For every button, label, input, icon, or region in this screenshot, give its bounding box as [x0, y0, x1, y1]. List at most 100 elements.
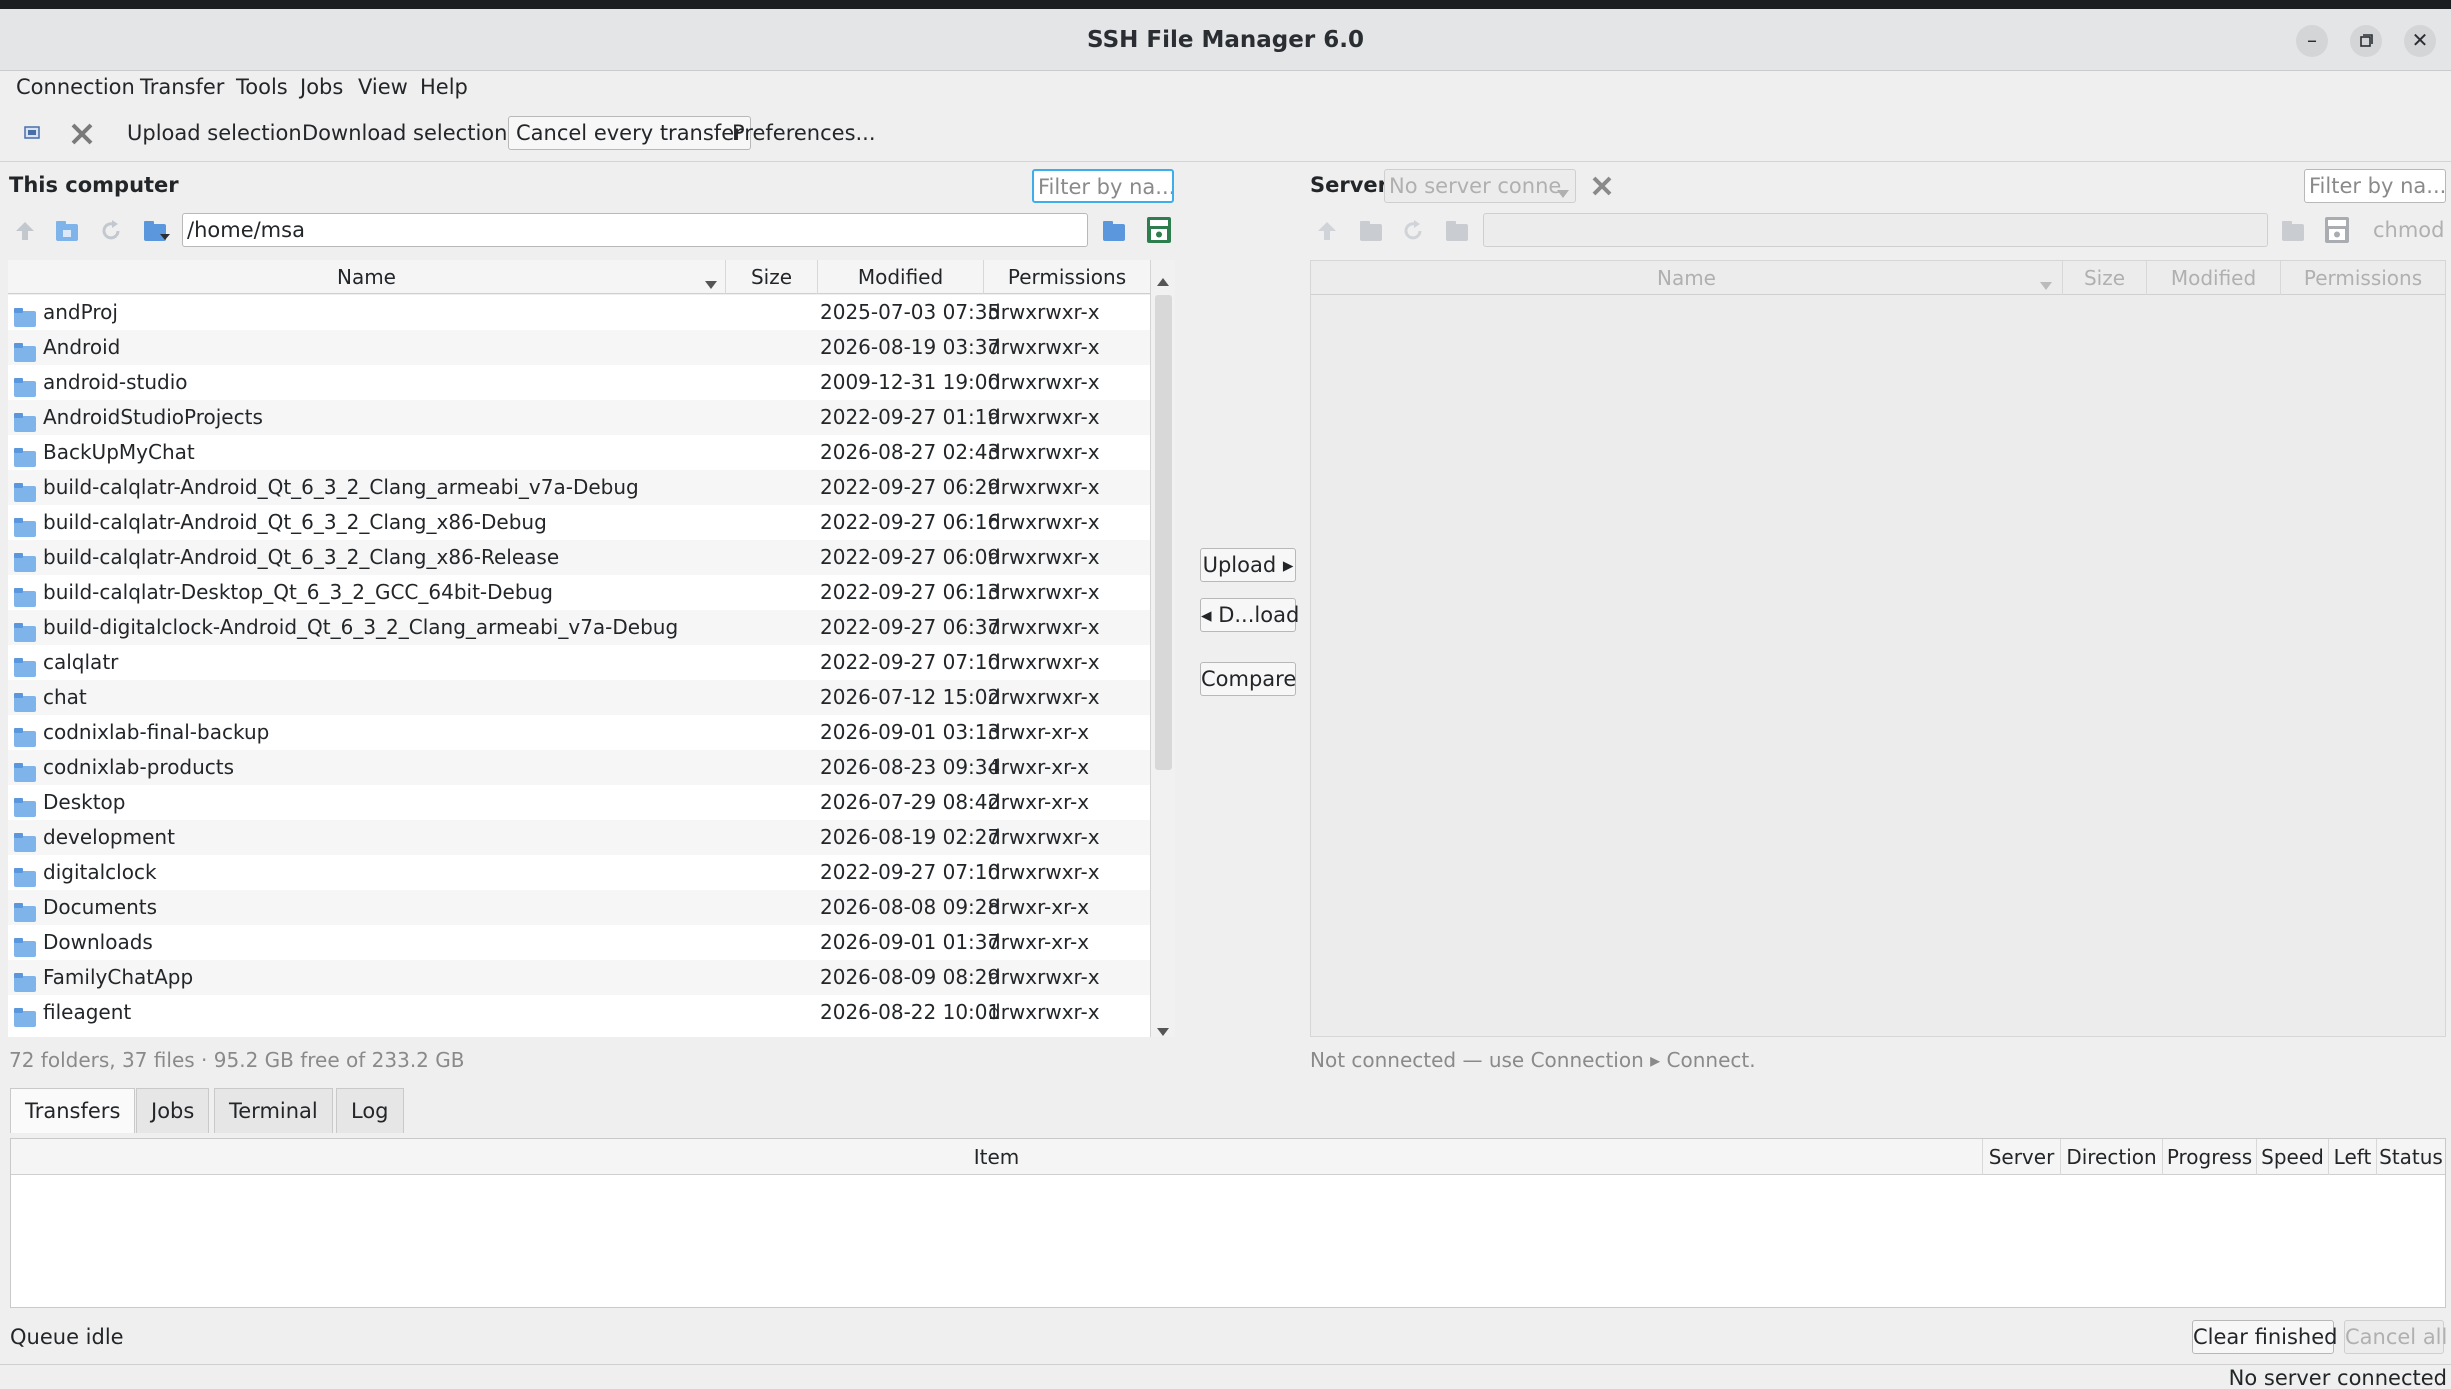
table-row[interactable]: Android 2026-08-19 03:37 drwxrwxr-x [8, 330, 1150, 365]
file-modified: 2022-09-27 07:10 [820, 860, 1001, 884]
download-selection-button[interactable]: Download selection [302, 114, 507, 152]
scroll-down-icon[interactable] [1156, 1018, 1170, 1042]
home-icon[interactable] [54, 218, 80, 249]
file-name: FamilyChatApp [43, 965, 194, 989]
table-row[interactable]: FamilyChatApp 2026-08-09 08:29 drwxrwxr-x [8, 960, 1150, 995]
table-row[interactable]: build-digitalclock-Android_Qt_6_3_2_Clan… [8, 610, 1150, 645]
remote-bookmark-icon[interactable] [1444, 218, 1470, 249]
chmod-button[interactable]: chmod [2373, 218, 2445, 242]
remote-panel-title: Server [1310, 173, 1389, 197]
remote-refresh-icon[interactable] [1400, 218, 1426, 249]
menu-transfer[interactable]: Transfer [140, 75, 224, 99]
column-server[interactable]: Server [1983, 1139, 2061, 1175]
file-permissions: drwxrwxr-x [988, 545, 1100, 569]
remote-column-size[interactable]: Size [2063, 261, 2147, 295]
table-row[interactable]: Downloads 2026-09-01 01:37 drwxr-xr-x [8, 925, 1150, 960]
table-row[interactable]: Desktop 2026-07-29 08:42 drwxr-xr-x [8, 785, 1150, 820]
remote-column-name[interactable]: Name [1311, 261, 2063, 295]
file-permissions: drwxr-xr-x [988, 790, 1090, 814]
file-modified: 2022-09-27 06:13 [820, 580, 1001, 604]
table-row[interactable]: Documents 2026-08-08 09:28 drwxr-xr-x [8, 890, 1150, 925]
menu-view[interactable]: View [358, 75, 408, 99]
file-modified: 2022-09-27 06:16 [820, 510, 1001, 534]
column-status[interactable]: Status [2377, 1139, 2445, 1175]
table-row[interactable]: BackUpMyChat 2026-08-27 02:43 drwxrwxr-x [8, 435, 1150, 470]
table-row[interactable]: andProj 2025-07-03 07:35 drwxrwxr-x [8, 295, 1150, 330]
file-name: Android [43, 335, 121, 359]
table-row[interactable]: build-calqlatr-Android_Qt_6_3_2_Clang_ar… [8, 470, 1150, 505]
remote-filter-input[interactable]: Filter by na... [2304, 169, 2446, 203]
file-modified: 2025-07-03 07:35 [820, 300, 1001, 324]
file-modified: 2022-09-27 01:19 [820, 405, 1001, 429]
cancel-every-transfer-button[interactable]: Cancel every transfer [508, 116, 751, 150]
menu-jobs[interactable]: Jobs [300, 75, 343, 99]
remote-new-folder-icon[interactable] [2280, 218, 2306, 249]
file-permissions: drwxrwxr-x [988, 440, 1100, 464]
upload-button[interactable]: Upload ▸ [1200, 548, 1296, 582]
tab-terminal[interactable]: Terminal [214, 1088, 333, 1133]
table-row[interactable]: codnixlab-products 2026-08-23 09:34 drwxr-… [8, 750, 1150, 785]
preferences-button[interactable]: Preferences... [732, 114, 876, 152]
scroll-up-icon[interactable] [1156, 268, 1170, 292]
tab-transfers[interactable]: Transfers [10, 1088, 136, 1133]
remote-home-icon[interactable] [1358, 218, 1384, 249]
menu-tools[interactable]: Tools [236, 75, 288, 99]
bookmark-folder-icon[interactable] [142, 218, 172, 249]
upload-selection-button[interactable]: Upload selection [127, 114, 302, 152]
folder-icon [14, 828, 36, 852]
remote-terminal-icon[interactable] [2324, 216, 2350, 249]
compare-button[interactable]: Compare [1200, 662, 1296, 696]
new-folder-icon[interactable] [1101, 218, 1127, 249]
menu-help[interactable]: Help [420, 75, 468, 99]
maximize-icon[interactable] [2350, 25, 2382, 57]
column-progress[interactable]: Progress [2163, 1139, 2257, 1175]
local-path-input[interactable]: /home/msa [182, 213, 1088, 247]
table-row[interactable]: build-calqlatr-Android_Qt_6_3_2_Clang_x8… [8, 505, 1150, 540]
folder-icon [14, 898, 36, 922]
server-select[interactable]: No server conne [1384, 169, 1576, 203]
disconnect-icon[interactable] [68, 120, 96, 153]
connect-icon[interactable] [22, 124, 44, 149]
table-row[interactable]: chat 2026-07-12 15:02 drwxrwxr-x [8, 680, 1150, 715]
folder-icon [14, 758, 36, 782]
scrollbar-thumb[interactable] [1155, 295, 1172, 770]
tab-jobs[interactable]: Jobs [136, 1088, 210, 1133]
remote-up-icon[interactable] [1314, 218, 1340, 249]
minimize-icon[interactable]: – [2296, 25, 2328, 57]
file-name: android-studio [43, 370, 188, 394]
clear-finished-button[interactable]: Clear finished [2192, 1320, 2337, 1354]
up-icon[interactable] [12, 218, 38, 249]
table-row[interactable]: fileagent 2026-08-22 10:01 drwxrwxr-x [8, 995, 1150, 1030]
remote-column-modified[interactable]: Modified [2147, 261, 2281, 295]
remote-path-input[interactable] [1483, 213, 2268, 247]
remote-column-permissions[interactable]: Permissions [2281, 261, 2445, 295]
table-row[interactable]: build-calqlatr-Desktop_Qt_6_3_2_GCC_64bi… [8, 575, 1150, 610]
local-filter-input[interactable]: Filter by na... [1032, 169, 1174, 203]
column-direction[interactable]: Direction [2061, 1139, 2163, 1175]
table-row[interactable]: AndroidStudioProjects 2022-09-27 01:19 drw… [8, 400, 1150, 435]
table-row[interactable]: development 2026-08-19 02:27 drwxrwxr-x [8, 820, 1150, 855]
disconnect-server-icon[interactable] [1588, 172, 1616, 205]
refresh-icon[interactable] [98, 218, 124, 249]
column-left[interactable]: Left [2329, 1139, 2377, 1175]
table-row[interactable]: calqlatr 2022-09-27 07:10 drwxrwxr-x [8, 645, 1150, 680]
table-row[interactable]: build-calqlatr-Android_Qt_6_3_2_Clang_x8… [8, 540, 1150, 575]
column-size[interactable]: Size [726, 260, 818, 294]
download-button[interactable]: ◂ D...load [1200, 598, 1299, 632]
table-row[interactable]: android-studio 2009-12-31 19:00 drwxrwxr-x [8, 365, 1150, 400]
table-row[interactable]: digitalclock 2022-09-27 07:10 drwxrwxr-x [8, 855, 1150, 890]
file-permissions: drwxrwxr-x [988, 475, 1100, 499]
cancel-all-button[interactable]: Cancel all [2344, 1320, 2447, 1354]
column-name[interactable]: Name [8, 260, 726, 294]
column-modified[interactable]: Modified [818, 260, 984, 294]
column-item[interactable]: Item [11, 1139, 1983, 1175]
table-row[interactable]: codnixlab-final-backup 2026-09-01 03:13 dr… [8, 715, 1150, 750]
local-scrollbar[interactable] [1150, 260, 1175, 1037]
close-icon[interactable]: ✕ [2404, 25, 2436, 57]
menu-connection[interactable]: Connection [16, 75, 135, 99]
tab-log[interactable]: Log [336, 1088, 404, 1133]
column-permissions[interactable]: Permissions [984, 260, 1150, 294]
column-speed[interactable]: Speed [2257, 1139, 2329, 1175]
open-terminal-icon[interactable] [1146, 216, 1172, 249]
file-name: build-calqlatr-Android_Qt_6_3_2_Clang_ar… [43, 475, 639, 499]
